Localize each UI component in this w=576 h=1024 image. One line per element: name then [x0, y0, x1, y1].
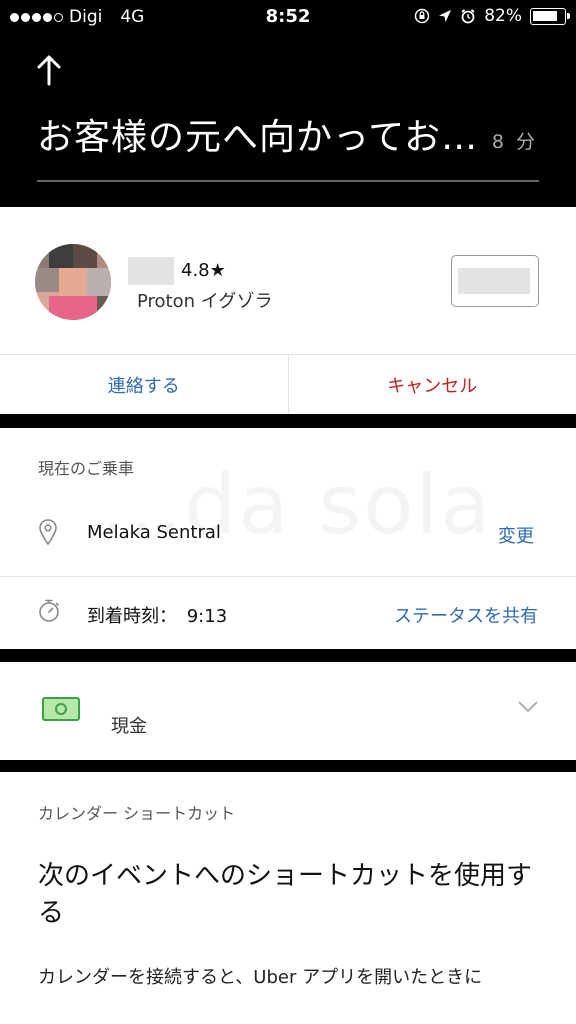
- status-right: 82%: [414, 6, 570, 26]
- row-divider: [0, 576, 576, 577]
- vehicle-model: Proton イグゾラ: [137, 291, 273, 312]
- driver-avatar: [35, 244, 111, 320]
- location-arrow-icon: [439, 10, 452, 22]
- calendar-shortcut-section: カレンダー ショートカット 次のイベントへのショートカットを使用する カレンダー…: [0, 772, 576, 1024]
- eta-minutes: 8 分: [491, 131, 538, 153]
- change-destination-link[interactable]: 変更: [498, 522, 534, 548]
- section-separator: [0, 649, 576, 662]
- stopwatch-icon: [39, 599, 59, 622]
- share-status-link[interactable]: ステータスを共有: [394, 602, 538, 628]
- driver-rating: 4.8★: [181, 260, 226, 281]
- arrival-time-label: 到着時刻： 9:13: [87, 602, 227, 628]
- license-plate-redacted: [458, 268, 530, 294]
- section-separator: [0, 760, 576, 772]
- battery-percent: 82%: [484, 6, 522, 26]
- calendar-shortcut-label: カレンダー ショートカット: [38, 804, 236, 823]
- payment-method: 現金: [111, 716, 147, 737]
- calendar-description: カレンダーを接続すると、Uber アプリを開いたときに: [38, 967, 483, 988]
- driver-card[interactable]: 4.8★ Proton イグゾラ: [0, 207, 576, 354]
- battery-icon: [530, 7, 570, 25]
- driver-name-redacted: [128, 257, 174, 285]
- status-bar: Digi 4G 8:52 82%: [0, 0, 576, 34]
- payment-row[interactable]: 現金: [0, 662, 576, 760]
- lock-rotation-icon: [414, 8, 430, 24]
- contact-driver-button[interactable]: 連絡する: [0, 355, 289, 414]
- license-plate: [451, 255, 539, 307]
- arrival-label: 到着時刻：: [87, 606, 177, 627]
- arrival-time: 9:13: [186, 606, 228, 627]
- current-trip-label: 現在のご乗車: [38, 459, 135, 478]
- destination-name: Melaka Sentral: [87, 522, 221, 543]
- back-arrow-icon[interactable]: [34, 52, 64, 88]
- cash-icon: [42, 697, 80, 721]
- battery-fill: [533, 10, 557, 21]
- cancel-trip-button[interactable]: キャンセル: [289, 355, 576, 414]
- header-divider: [37, 180, 539, 182]
- current-trip-section: ...da sola 現在のご乗車 Melaka Sentral 変更 到着時刻…: [0, 428, 576, 649]
- trip-header: Digi 4G 8:52 82% お客様の元へ向かってお… 8 分: [0, 0, 576, 207]
- chevron-down-icon[interactable]: [518, 700, 538, 714]
- driver-actions: 連絡する キャンセル: [0, 354, 576, 414]
- section-separator: [0, 414, 576, 428]
- calendar-heading: 次のイベントへのショートカットを使用する: [38, 861, 533, 928]
- location-pin-icon: [39, 519, 57, 546]
- trip-status-title: お客様の元へ向かってお…: [37, 117, 479, 158]
- alarm-icon: [461, 9, 475, 24]
